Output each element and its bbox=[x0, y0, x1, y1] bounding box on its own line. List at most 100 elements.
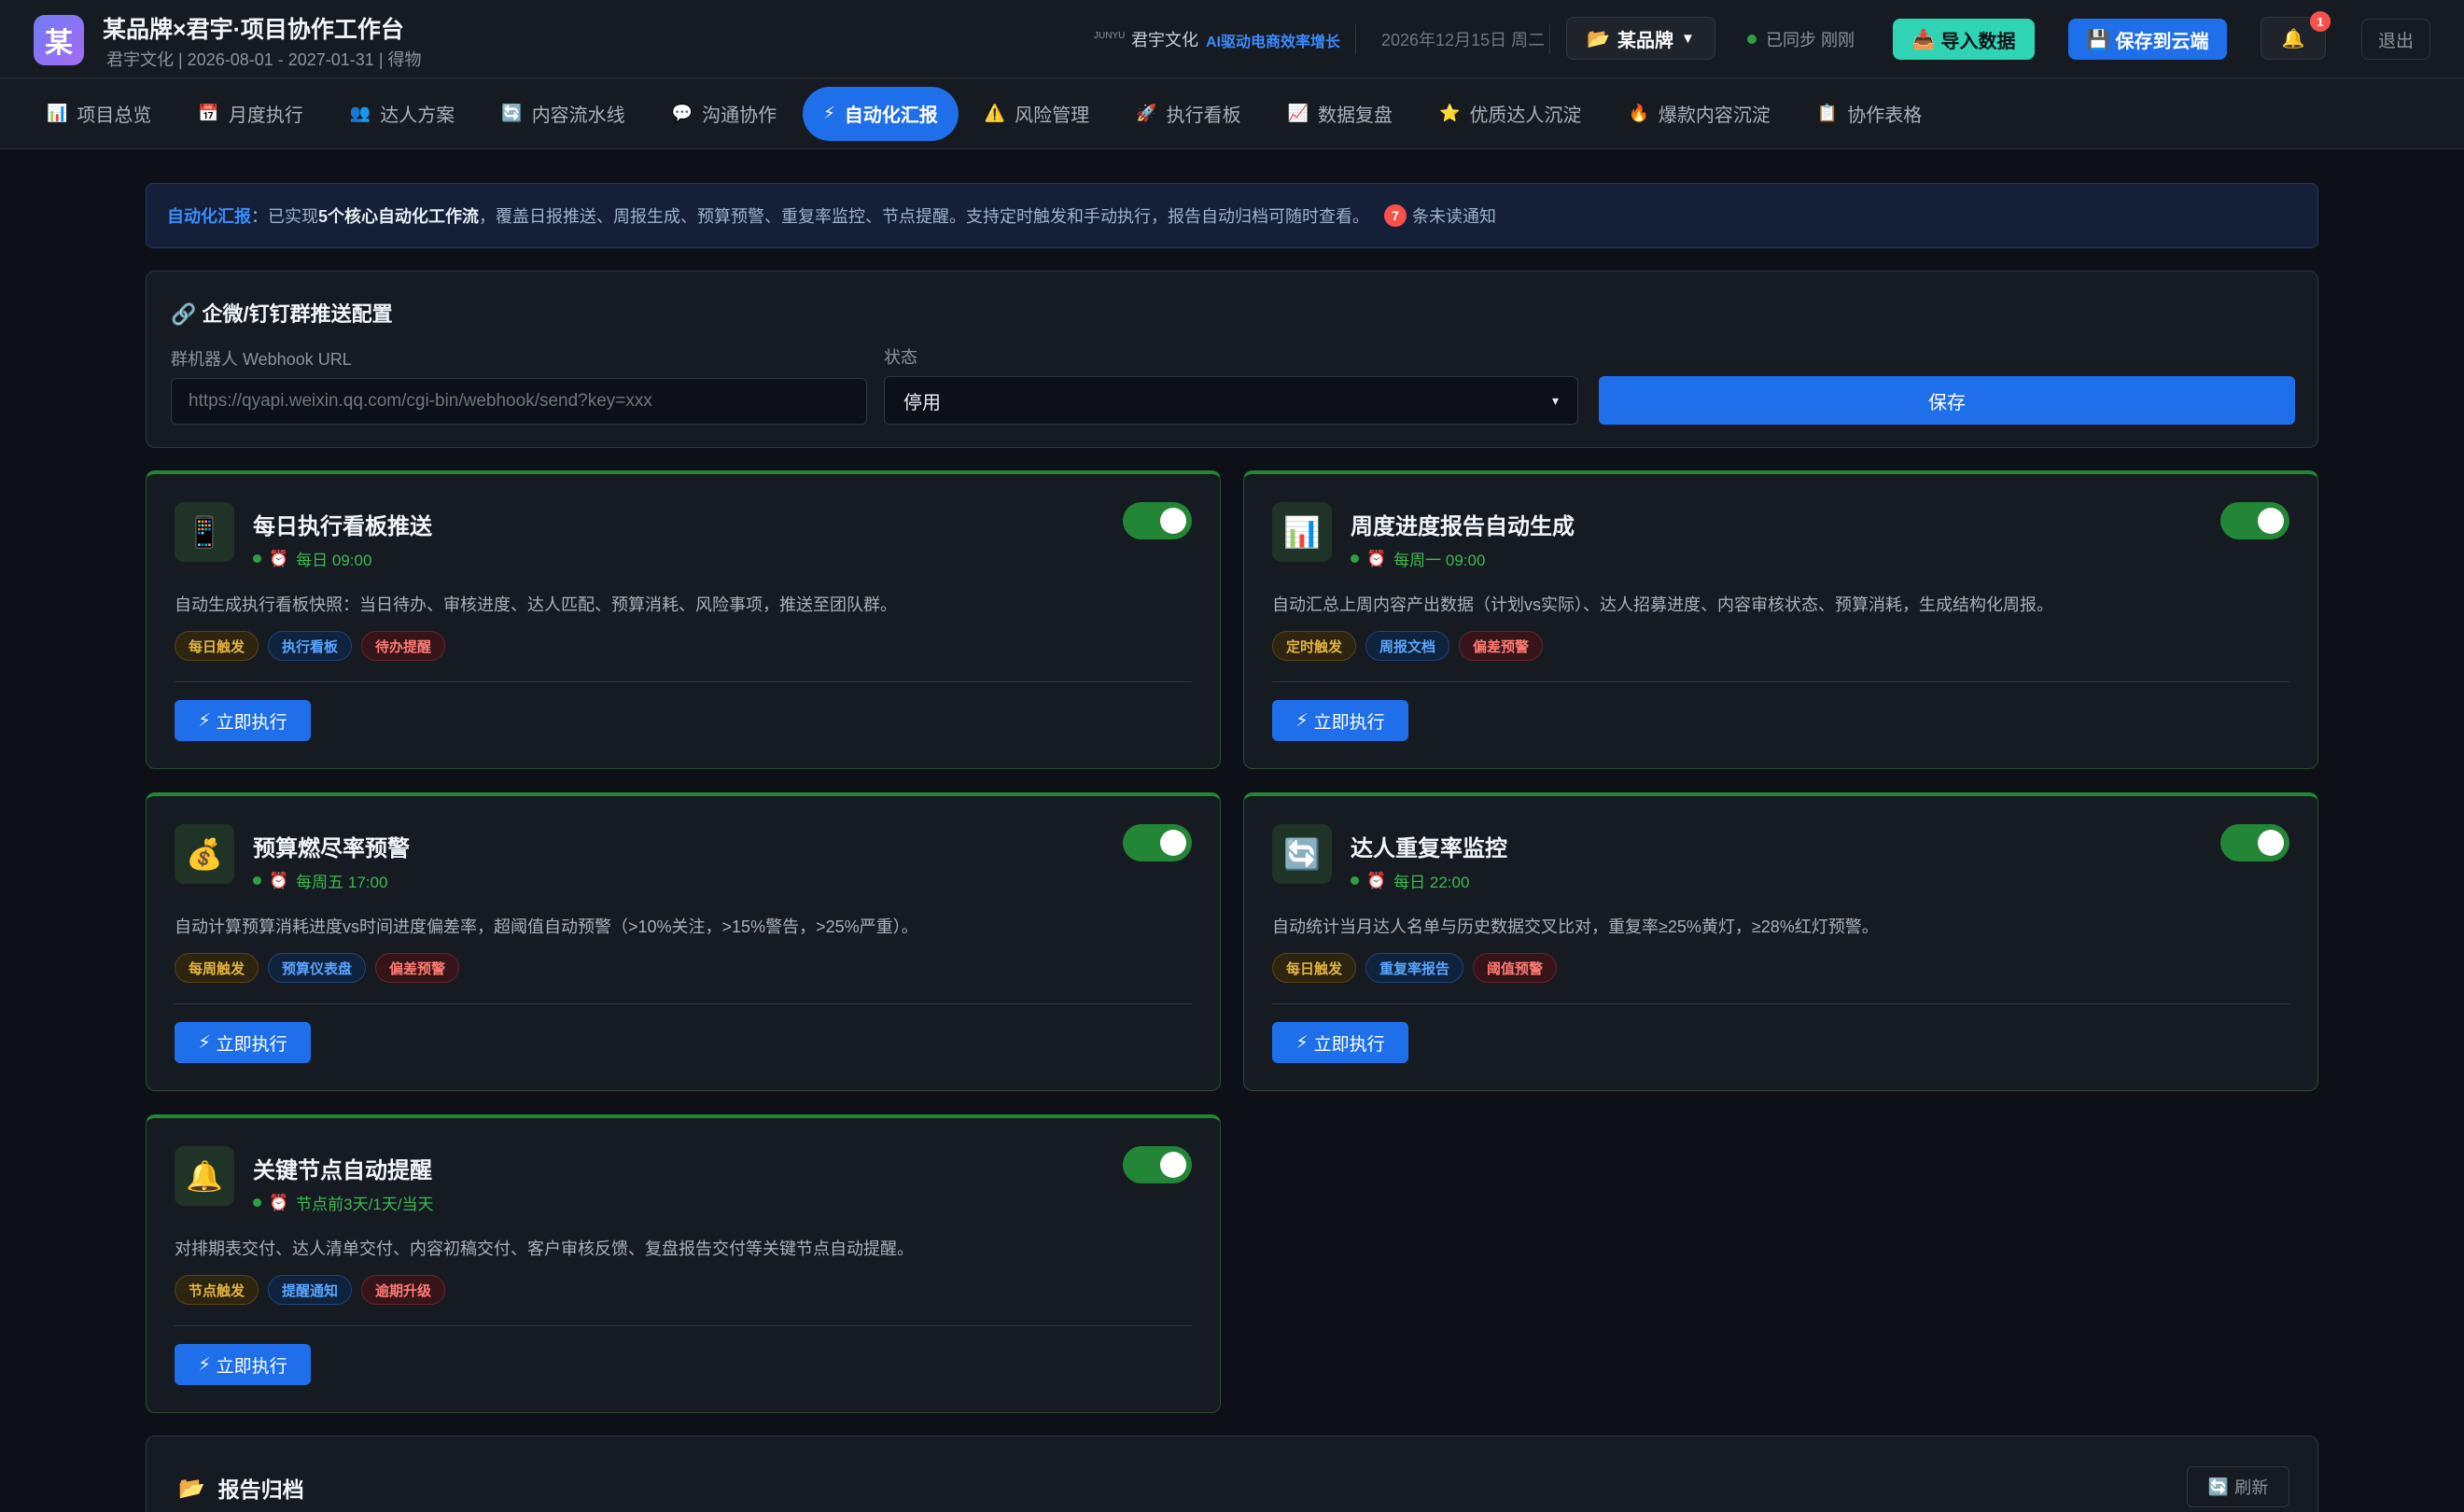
banner-key: 自动化汇报 bbox=[167, 207, 251, 226]
unread-count-badge[interactable]: 7 bbox=[1384, 204, 1407, 227]
chevron-down-icon: ▾ bbox=[1551, 392, 1559, 408]
tab-label: 内容流水线 bbox=[531, 105, 625, 126]
company-logo-mark: JUNYU bbox=[1094, 31, 1126, 41]
run-now-button[interactable]: ⚡ 立即执行 bbox=[1272, 700, 1408, 741]
tab-6[interactable]: ⚠️ 风险管理 bbox=[964, 87, 1110, 141]
tab-1[interactable]: 📅 月度执行 bbox=[177, 87, 323, 141]
import-data-label: 导入数据 bbox=[1940, 31, 2016, 52]
workflow-tag: 定时触发 bbox=[1272, 631, 1357, 661]
tab-7[interactable]: 🚀 执行看板 bbox=[1115, 87, 1261, 141]
unread-label[interactable]: 条未读通知 bbox=[1412, 203, 1496, 228]
active-dot-icon bbox=[1351, 876, 1359, 885]
import-data-button[interactable]: 📥 导入数据 bbox=[1893, 19, 2035, 60]
folder-icon: 📂 bbox=[1587, 28, 1611, 49]
tab-2[interactable]: 👥 达人方案 bbox=[329, 87, 475, 141]
tab-icon: ⚡ bbox=[823, 104, 835, 122]
lightning-icon: ⚡ bbox=[198, 710, 211, 731]
workflow-card: 💰 预算燃尽率预警 ⏰ 每周五 17:00 自动计算预算消耗进度vs时间进度偏差… bbox=[146, 792, 1221, 1091]
tab-icon: 📈 bbox=[1287, 104, 1309, 122]
tab-label: 协作表格 bbox=[1847, 105, 1923, 126]
workflow-enable-toggle[interactable] bbox=[1123, 502, 1192, 539]
save-to-cloud-button[interactable]: 💾 保存到云端 bbox=[2068, 19, 2227, 60]
tab-icon: ⚠️ bbox=[984, 104, 1006, 122]
workflow-title: 周度进度报告自动生成 bbox=[1351, 514, 1575, 539]
status-select-value: 停用 bbox=[903, 392, 941, 413]
workflow-icon: 🔄 bbox=[1272, 824, 1332, 884]
run-now-button[interactable]: ⚡ 立即执行 bbox=[175, 1022, 311, 1063]
workflow-tags: 每日触发 执行看板 待办提醒 bbox=[175, 631, 446, 661]
header-divider bbox=[1355, 24, 1356, 54]
app-logo: 某 bbox=[34, 15, 84, 65]
upload-icon: 📥 bbox=[1911, 29, 1936, 50]
workflow-tag: 节点触发 bbox=[175, 1275, 259, 1305]
tab-11[interactable]: 📋 协作表格 bbox=[1797, 87, 1942, 141]
workflow-tag: 待办提醒 bbox=[361, 631, 446, 661]
webhook-config-panel: 🔗 企微/钉钉群推送配置 群机器人 Webhook URL 状态 停用 ▾ 保存 bbox=[146, 271, 2318, 448]
workflow-enable-toggle[interactable] bbox=[1123, 1146, 1192, 1183]
header-divider bbox=[1549, 24, 1550, 54]
webhook-url-input[interactable] bbox=[171, 378, 867, 425]
workflow-enable-toggle[interactable] bbox=[2220, 824, 2289, 861]
run-now-button[interactable]: ⚡ 立即执行 bbox=[1272, 1022, 1408, 1063]
tab-icon: 🚀 bbox=[1136, 104, 1157, 122]
webhook-save-button[interactable]: 保存 bbox=[1599, 376, 2295, 425]
tab-icon: ⭐ bbox=[1439, 104, 1461, 122]
save-to-cloud-label: 保存到云端 bbox=[2115, 31, 2209, 52]
run-now-label: 立即执行 bbox=[1313, 712, 1385, 733]
run-now-button[interactable]: ⚡ 立即执行 bbox=[175, 1344, 311, 1385]
run-now-label: 立即执行 bbox=[1313, 1034, 1385, 1055]
lightning-icon: ⚡ bbox=[1295, 710, 1309, 731]
brand-select[interactable]: 📂 某品牌 ▼ bbox=[1566, 17, 1715, 60]
workflow-tag: 提醒通知 bbox=[268, 1275, 353, 1305]
app-title: 某品牌×君宇·项目协作工作台 bbox=[103, 17, 404, 43]
tab-3[interactable]: 🔄 内容流水线 bbox=[481, 87, 645, 141]
tab-label: 项目总览 bbox=[77, 105, 152, 126]
refresh-button[interactable]: 🔄 刷新 bbox=[2187, 1466, 2289, 1507]
archive-title: 📂 报告归档 bbox=[178, 1472, 304, 1504]
company-slogan: AI驱动电商效率增长 bbox=[1206, 35, 1341, 50]
floppy-icon: 💾 bbox=[2086, 29, 2110, 50]
run-now-button[interactable]: ⚡ 立即执行 bbox=[175, 700, 311, 741]
tab-0[interactable]: 📊 项目总览 bbox=[26, 87, 172, 141]
status-select[interactable]: 停用 ▾ bbox=[884, 376, 1578, 425]
status-label: 状态 bbox=[884, 348, 917, 367]
main-nav: 📊 项目总览 📅 月度执行 👥 达人方案 🔄 内容流水线 💬 沟通协作 ⚡ 自动化汇报 ⚠️ 风险管理 🚀 执… bbox=[0, 78, 2464, 149]
tab-8[interactable]: 📈 数据复盘 bbox=[1267, 87, 1413, 141]
active-dot-icon bbox=[253, 1198, 261, 1207]
archive-title-text: 报告归档 bbox=[217, 1477, 304, 1502]
divider bbox=[1272, 681, 2289, 682]
banner-text: ，覆盖日报推送、周报生成、预算预警、重复率监控、节点提醒。支持定时触发和手动执行… bbox=[479, 207, 1370, 226]
run-now-label: 立即执行 bbox=[216, 712, 287, 733]
sync-dot-icon bbox=[1747, 35, 1757, 44]
tab-9[interactable]: ⭐ 优质达人沉淀 bbox=[1419, 87, 1602, 141]
workflow-schedule: ⏰ 每日 22:00 bbox=[1351, 869, 1469, 892]
workflow-title: 预算燃尽率预警 bbox=[253, 836, 410, 861]
tab-4[interactable]: 💬 沟通协作 bbox=[651, 87, 797, 141]
refresh-label: 刷新 bbox=[2234, 1478, 2269, 1497]
workflow-title: 关键节点自动提醒 bbox=[253, 1158, 432, 1183]
divider bbox=[175, 1325, 1192, 1326]
workflow-tag: 预算仪表盘 bbox=[268, 953, 367, 983]
workflow-tag: 每日触发 bbox=[175, 631, 259, 661]
info-banner: 自动化汇报 ：已实现 5个核心自动化工作流 ，覆盖日报推送、周报生成、预算预警、重复率… bbox=[146, 183, 2318, 248]
divider bbox=[175, 681, 1192, 682]
schedule-text: 节点前3天/1天/当天 bbox=[296, 1196, 434, 1213]
current-date: 2026年12月15日 周二 bbox=[1381, 31, 1546, 49]
tab-10[interactable]: 🔥 爆款内容沉淀 bbox=[1607, 87, 1790, 141]
alarm-clock-icon: ⏰ bbox=[269, 1193, 289, 1211]
workflow-description: 对排期表交付、达人清单交付、内容初稿交付、客户审核反馈、复盘报告交付等关键节点自… bbox=[175, 1239, 914, 1258]
workflow-schedule: ⏰ 每周一 09:00 bbox=[1351, 547, 1485, 570]
sync-status: 已同步 刚刚 bbox=[1747, 27, 1855, 51]
schedule-text: 每周五 17:00 bbox=[296, 874, 388, 891]
workflow-enable-toggle[interactable] bbox=[1123, 824, 1192, 861]
tab-5[interactable]: ⚡ 自动化汇报 bbox=[803, 86, 959, 141]
project-meta: 君宇文化 | 2026-08-01 - 2027-01-31 | 得物 bbox=[106, 50, 422, 69]
workflow-icon: 💰 bbox=[175, 824, 234, 884]
tab-icon: 👥 bbox=[349, 104, 371, 122]
divider bbox=[1272, 1003, 2289, 1004]
workflow-enable-toggle[interactable] bbox=[2220, 502, 2289, 539]
workflow-tags: 定时触发 周报文档 偏差预警 bbox=[1272, 631, 1544, 661]
workflow-title: 每日执行看板推送 bbox=[253, 514, 432, 539]
bell-icon: 🔔 bbox=[2281, 28, 2305, 49]
logout-button[interactable]: 退出 bbox=[2361, 19, 2430, 60]
